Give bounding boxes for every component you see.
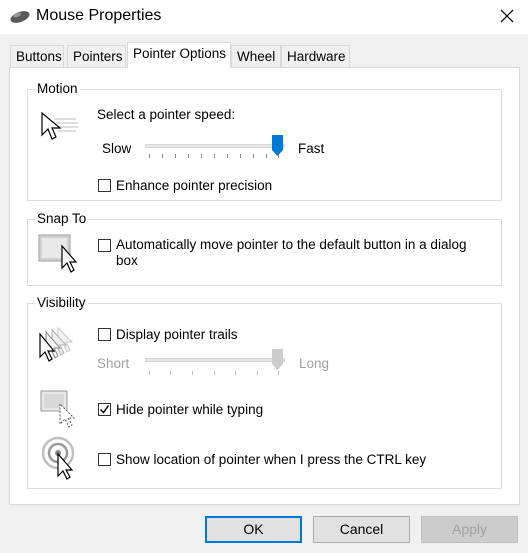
cancel-button[interactable]: Cancel: [313, 516, 410, 543]
trails-slider-track[interactable]: [145, 358, 285, 362]
snap-to-group-label: Snap To: [35, 211, 89, 226]
pointer-trails-icon: [39, 326, 74, 362]
tab-label: Buttons: [16, 49, 62, 64]
trails-slider-ticks: [149, 371, 279, 377]
motion-group: Motion Select a pointer speed: Slow Fast…: [27, 81, 502, 201]
apply-button-label: Apply: [451, 521, 488, 537]
close-icon[interactable]: [498, 7, 516, 25]
ok-button-label: OK: [243, 521, 264, 537]
checkmark-icon: [100, 405, 110, 414]
ok-button[interactable]: OK: [205, 516, 302, 543]
tab-label: Pointers: [73, 49, 123, 64]
snap-to-icon: [38, 234, 78, 273]
trails-short-label: Short: [97, 356, 130, 371]
visibility-group-label: Visibility: [35, 295, 88, 310]
trails-slider-thumb[interactable]: [272, 349, 283, 371]
window-title: Mouse Properties: [36, 7, 162, 24]
mouse-icon: [10, 11, 30, 23]
tab-label: Hardware: [287, 49, 346, 64]
visibility-group: Visibility Display pointer trails Short …: [27, 295, 502, 489]
ctrl-location-checkbox[interactable]: [98, 453, 111, 466]
hide-pointer-label: Hide pointer while typing: [116, 402, 264, 417]
title-bar: Mouse Properties: [0, 0, 528, 34]
speed-fast-label: Fast: [298, 141, 325, 156]
trails-long-label: Long: [299, 356, 330, 371]
tab-pointers[interactable]: Pointers: [67, 45, 126, 67]
cancel-button-label: Cancel: [339, 521, 384, 537]
apply-button[interactable]: Apply: [421, 516, 518, 543]
pointer-speed-label: Select a pointer speed:: [97, 107, 236, 122]
tab-buttons[interactable]: Buttons: [10, 45, 64, 67]
snap-to-checkbox[interactable]: [98, 239, 111, 252]
speed-slow-label: Slow: [102, 141, 132, 156]
pointer-trails-label: Display pointer trails: [116, 327, 238, 342]
speed-slider-thumb[interactable]: [272, 135, 283, 157]
tab-wheel[interactable]: Wheel: [231, 45, 281, 67]
tab-pointer-options[interactable]: Pointer Options: [127, 42, 231, 68]
snap-to-label-line2: box: [116, 253, 138, 268]
snap-to-label-line1: Automatically move pointer to the defaul…: [116, 237, 467, 252]
snap-to-group: Snap To Automatically move pointer to th…: [27, 211, 502, 286]
ctrl-location-label: Show location of pointer when I press th…: [116, 452, 427, 467]
pointer-speed-icon: [41, 111, 78, 140]
tab-label: Pointer Options: [133, 46, 227, 61]
ctrl-location-icon: [41, 436, 75, 480]
speed-slider-track[interactable]: [145, 144, 285, 148]
precision-checkbox[interactable]: [98, 179, 111, 192]
hide-pointer-checkbox[interactable]: [98, 403, 111, 416]
tab-label: Wheel: [237, 49, 276, 64]
hide-pointer-icon: [40, 390, 76, 428]
speed-slider-ticks: [149, 154, 279, 160]
tab-hardware[interactable]: Hardware: [281, 45, 350, 67]
tab-panel: Motion Select a pointer speed: Slow Fast…: [9, 67, 520, 505]
precision-label: Enhance pointer precision: [116, 178, 273, 193]
motion-group-label: Motion: [35, 81, 80, 96]
pointer-trails-checkbox[interactable]: [98, 328, 111, 341]
